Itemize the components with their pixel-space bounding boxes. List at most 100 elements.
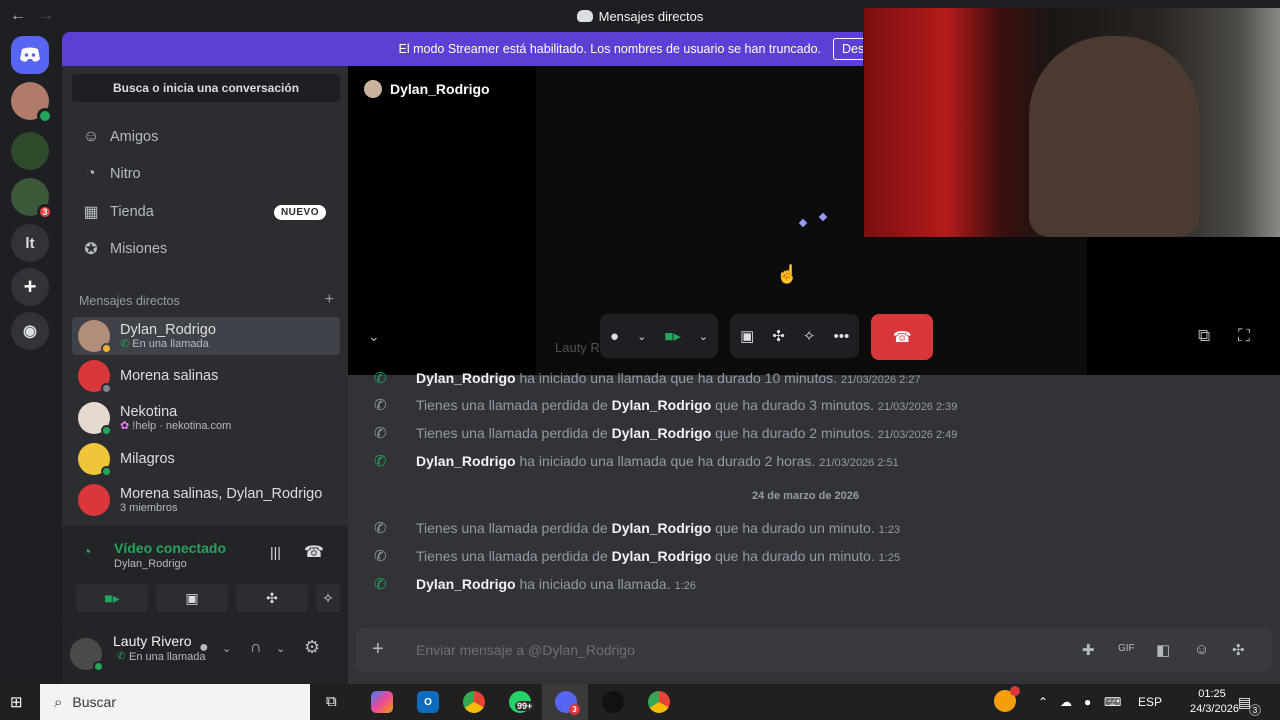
direct-messages-home-button[interactable] (11, 36, 49, 74)
audio-options-chevron-icon[interactable]: ⌄ (276, 642, 285, 655)
call-header[interactable]: Dylan_Rodrigo (364, 80, 490, 98)
caller-name[interactable]: Dylan_Rodrigo (612, 397, 712, 413)
disconnect-icon[interactable]: ☎ (304, 542, 324, 562)
dm-item-group[interactable]: Morena salinas, Dylan_Rodrigo 3 miembros (72, 481, 340, 519)
chrome-profile-icon[interactable] (648, 691, 670, 713)
microphone-icon[interactable]: ● (610, 328, 619, 345)
dm-item-milagros[interactable]: Milagros (72, 440, 340, 478)
activities-button[interactable]: ✣ (236, 584, 308, 612)
log-text: que ha durado un minuto. (715, 548, 875, 564)
nav-item-shop[interactable]: ▦ Tienda NUEVO (72, 194, 340, 230)
camera-icon[interactable]: ■▸ (664, 327, 681, 345)
hang-up-button[interactable]: ☎ (871, 314, 934, 360)
mic-options-chevron-icon[interactable]: ⌄ (222, 642, 231, 655)
attach-plus-icon[interactable]: + (372, 638, 384, 661)
log-text: que ha durado 2 minutos. (715, 425, 874, 441)
voice-title: Vídeo conectado (114, 540, 227, 556)
log-pre: Tienes una llamada perdida de (416, 548, 608, 564)
system-clock[interactable]: 01:25 24/3/2026 (1190, 687, 1239, 717)
screen-share-icon[interactable]: ▣ (740, 327, 754, 345)
microphone-icon[interactable]: ● (199, 639, 209, 657)
share-screen-button[interactable]: ▣ (156, 584, 228, 612)
caller-name[interactable]: Dylan_Rodrigo (416, 576, 516, 592)
nav-label: Amigos (110, 129, 159, 145)
sticker-icon[interactable]: ◧ (1156, 641, 1170, 659)
nav-item-nitro[interactable]: ◔ Nitro (72, 156, 340, 192)
create-dm-plus-icon[interactable]: + (325, 292, 334, 308)
call-log-row: ✆ Tienes una llamada perdida de Dylan_Rod… (348, 543, 1280, 569)
more-options-icon[interactable]: ••• (833, 328, 849, 345)
timestamp: 1:25 (878, 552, 901, 564)
camera-button[interactable]: ■▸ (76, 584, 148, 612)
dm-item-dylan[interactable]: Dylan_Rodrigo ✆ En una llamada (72, 317, 340, 355)
weather-icon[interactable] (994, 686, 1020, 712)
apps-icon[interactable]: ✣ (1232, 641, 1245, 659)
tray-chevron-icon[interactable]: ⌃ (1038, 684, 1048, 720)
emoji-icon[interactable]: ☺ (1194, 641, 1209, 658)
log-pre: Tienes una llamada perdida de (416, 397, 608, 413)
dm-avatar-unread[interactable] (11, 82, 53, 124)
nav-label: Tienda (110, 204, 154, 220)
call-avatar (364, 80, 382, 98)
timestamp: 21/03/2026 2:49 (877, 429, 958, 441)
dm-item-morena[interactable]: Morena salinas (72, 357, 340, 395)
nav-item-quests[interactable]: ✪ Misiones (72, 231, 340, 267)
soundboard-button[interactable]: ✧ (316, 584, 340, 612)
search-conversation-button[interactable]: Busca o inicia una conversación (72, 74, 340, 102)
caller-name[interactable]: Dylan_Rodrigo (416, 453, 516, 469)
headphones-icon[interactable]: ∩ (250, 639, 262, 657)
cloud-icon[interactable]: ☁ (1060, 684, 1072, 720)
status-online-icon (101, 425, 112, 436)
voice-sub[interactable]: Dylan_Rodrigo (114, 558, 187, 570)
whatsapp-icon[interactable]: 99+ (509, 691, 535, 713)
mic-control-group: ● ⌄ ■▸ ⌄ (600, 314, 719, 358)
caller-name[interactable]: Dylan_Rodrigo (416, 370, 516, 386)
popout-icon[interactable]: ⧉ (1198, 326, 1210, 346)
caller-name[interactable]: Dylan_Rodrigo (612, 548, 712, 564)
gif-icon[interactable]: GIF (1118, 643, 1135, 654)
chrome-icon[interactable] (463, 691, 485, 713)
collapse-chevron-icon[interactable]: ⌄ (368, 328, 380, 345)
activities-icon[interactable]: ✣ (772, 327, 785, 345)
outlook-icon[interactable]: O (417, 691, 439, 713)
user-avatar[interactable] (70, 638, 104, 672)
caller-name[interactable]: Dylan_Rodrigo (612, 520, 712, 536)
notifications-icon[interactable]: ▤ (1238, 684, 1251, 720)
taskbar-search[interactable]: ⌕ Buscar (40, 684, 310, 720)
dm-item-nekotina[interactable]: Nekotina ✿ !help · nekotina.com (72, 399, 340, 437)
soundboard-icon[interactable]: ✧ (803, 327, 816, 345)
obs-icon[interactable] (602, 691, 624, 713)
noise-suppression-icon[interactable]: ||| (270, 544, 281, 560)
status-idle-icon (101, 343, 112, 354)
camera-chevron-icon[interactable]: ⌄ (699, 330, 708, 343)
caller-name[interactable]: Dylan_Rodrigo (612, 425, 712, 441)
dm-sub-text: !help · nekotina.com (132, 419, 232, 432)
discover-compass-icon[interactable]: ◉ (11, 312, 49, 350)
disable-streamer-button[interactable]: Desactivar (833, 38, 863, 60)
user-status-text: En una llamada (129, 651, 206, 663)
message-composer[interactable]: + Enviar mensaje a @Dylan_Rodrigo ✚ GIF … (356, 628, 1272, 672)
nav-label: Misiones (110, 241, 168, 257)
flower-icon: ✿ (120, 419, 133, 432)
gift-icon[interactable]: ✚ (1082, 641, 1095, 659)
mic-tray-icon[interactable]: ● (1084, 684, 1091, 720)
fullscreen-icon[interactable]: ⛶ (1238, 326, 1250, 346)
server-icon-lt[interactable]: lt (11, 224, 49, 262)
settings-gear-icon[interactable]: ⚙ (304, 637, 320, 658)
dm-name: Milagros (120, 451, 175, 467)
add-server-icon[interactable]: + (11, 268, 49, 306)
windows-start-icon[interactable]: ⊞ (10, 693, 23, 711)
discord-taskbar-icon[interactable]: 3 (555, 691, 580, 715)
keyboard-icon[interactable]: ⌨ (1104, 684, 1121, 720)
message-input-placeholder[interactable]: Enviar mensaje a @Dylan_Rodrigo (416, 642, 635, 658)
server-icon-minecraft[interactable] (11, 132, 49, 170)
copilot-icon[interactable] (371, 691, 393, 713)
call-log-row: ✆ Tienes una llamada perdida de Dylan_Rod… (348, 392, 1280, 418)
shop-icon: ▦ (83, 204, 99, 221)
language-indicator[interactable]: ESP (1138, 684, 1162, 720)
task-view-icon[interactable]: ⧉ (326, 693, 337, 710)
phone-icon: ✆ (120, 337, 133, 350)
mic-chevron-icon[interactable]: ⌄ (637, 330, 646, 343)
server-icon-game[interactable]: 3 (11, 178, 53, 220)
nav-item-friends[interactable]: ☺ Amigos (72, 119, 340, 155)
